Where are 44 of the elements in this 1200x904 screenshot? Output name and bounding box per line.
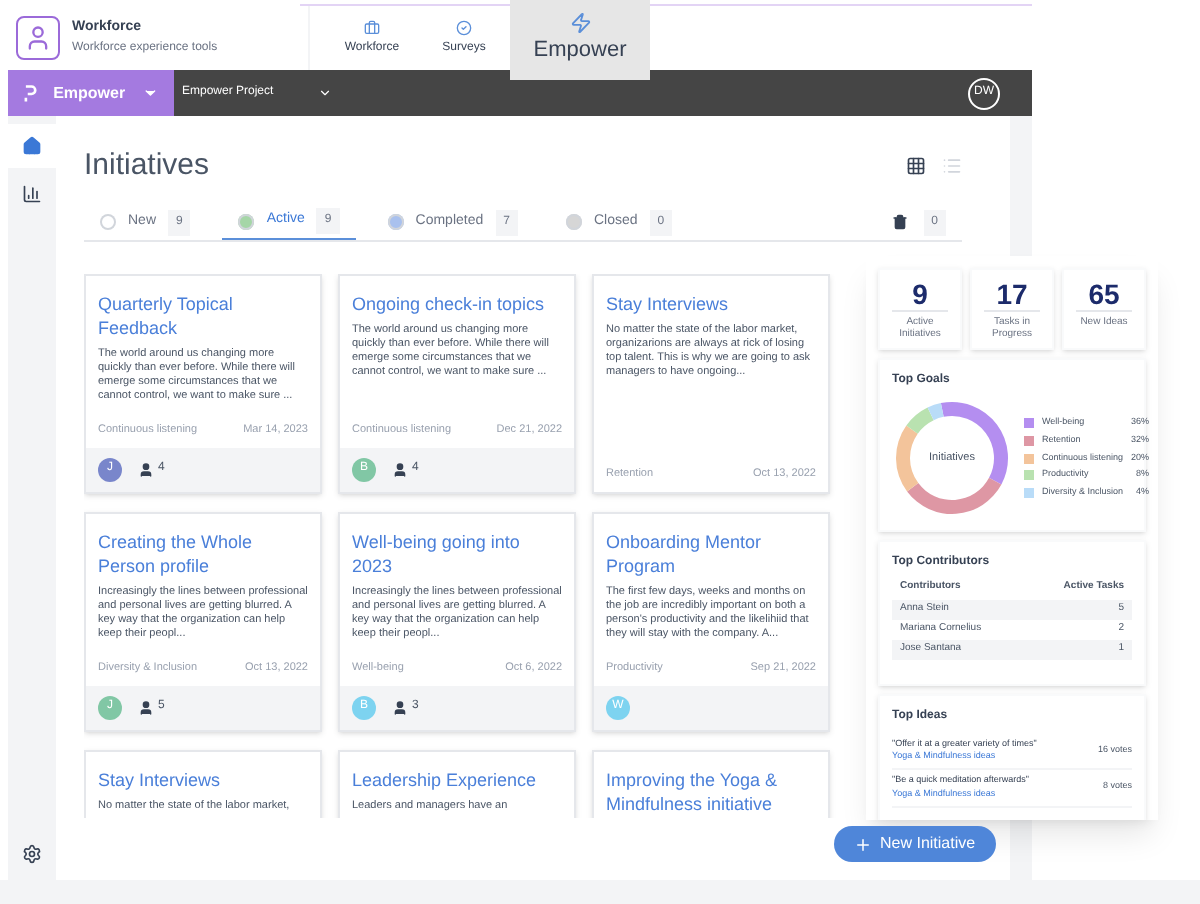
card-title[interactable]: Leadership Experience bbox=[352, 767, 562, 791]
stat-value: 9 bbox=[912, 278, 928, 310]
card-title[interactable]: Improving the Yoga & Mindfulness initiative bbox=[606, 767, 816, 815]
initiative-card[interactable] bbox=[338, 273, 576, 493]
card-title[interactable]: Onboarding Mentor Program bbox=[606, 529, 816, 577]
bolt-icon bbox=[569, 12, 591, 35]
caret-icon bbox=[318, 86, 332, 100]
legend-swatch bbox=[1024, 488, 1034, 498]
legend-swatch bbox=[1024, 418, 1034, 428]
grid-view-icon[interactable] bbox=[906, 156, 926, 177]
initiative-card[interactable] bbox=[84, 273, 322, 493]
person-icon bbox=[392, 699, 408, 715]
trash-icon[interactable] bbox=[891, 214, 908, 230]
logo-icon bbox=[24, 83, 38, 103]
card-title[interactable]: Well-being going into 2023 bbox=[352, 529, 562, 577]
settings-icon[interactable] bbox=[22, 844, 42, 864]
bar-chart-icon[interactable] bbox=[22, 184, 42, 204]
check-icon bbox=[456, 19, 472, 35]
product-name: Empower bbox=[53, 81, 126, 105]
home-icon[interactable] bbox=[22, 136, 42, 156]
card-title[interactable]: Stay Interviews bbox=[606, 291, 816, 315]
legend-swatch bbox=[1024, 470, 1034, 481]
card-title[interactable]: Creating the Whole Person profile bbox=[98, 529, 308, 577]
product-menu[interactable]: Empower bbox=[8, 70, 174, 116]
logo-icon bbox=[16, 16, 60, 60]
briefcase-icon bbox=[364, 19, 380, 35]
plus-icon bbox=[854, 835, 872, 853]
person-icon bbox=[138, 699, 154, 715]
initiative-card[interactable] bbox=[84, 511, 322, 731]
legend-swatch bbox=[1024, 435, 1034, 446]
legend-swatch bbox=[1024, 453, 1034, 463]
page-title: Initiatives bbox=[84, 146, 210, 186]
person-icon bbox=[138, 461, 154, 477]
caret-icon bbox=[141, 84, 158, 102]
card-title[interactable]: Quarterly Topical Feedback bbox=[98, 291, 308, 339]
card-title[interactable]: Stay Interviews bbox=[98, 767, 308, 791]
person-icon bbox=[392, 461, 408, 477]
stat-value: 65 bbox=[1088, 278, 1120, 310]
app-tab[interactable]: Empower bbox=[510, 0, 650, 80]
initiative-card[interactable]: Improving the Yoga & Mindfulness initiative bbox=[592, 749, 830, 817]
new-initiative-button[interactable]: New Initiative bbox=[834, 826, 996, 862]
initiative-card[interactable] bbox=[592, 511, 830, 731]
card-title[interactable]: Ongoing check-in topics bbox=[352, 291, 562, 315]
stat-value: 17 bbox=[996, 278, 1028, 310]
